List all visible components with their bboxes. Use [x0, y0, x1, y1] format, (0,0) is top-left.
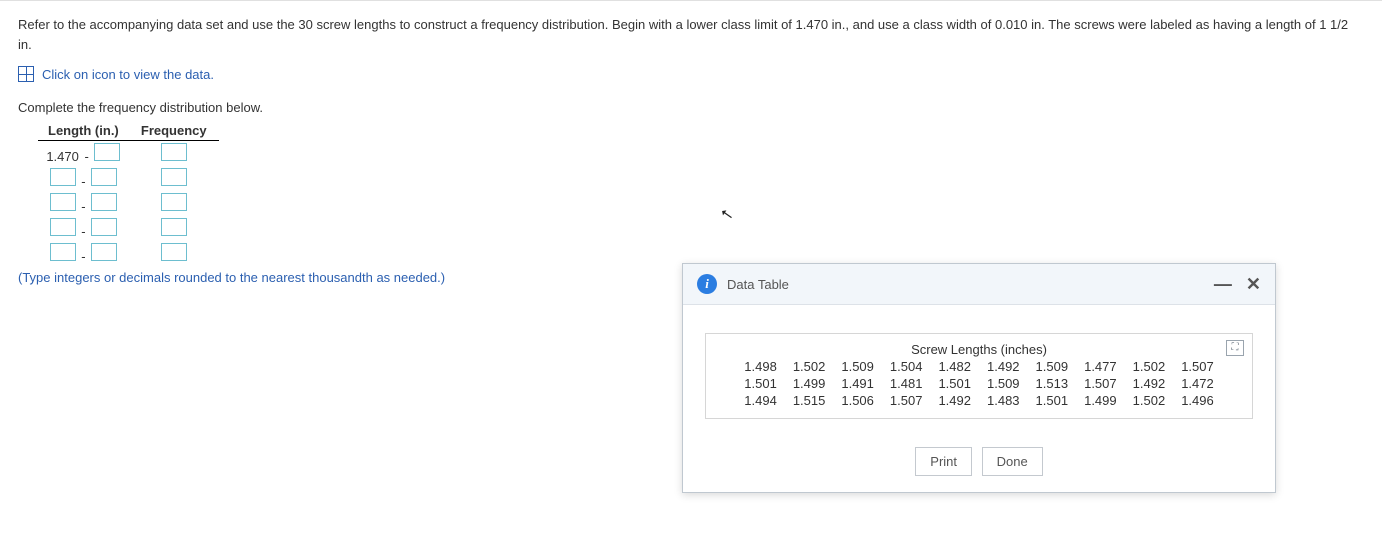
frequency-input[interactable]	[161, 193, 187, 211]
dialog-header: i Data Table — ✕	[683, 264, 1275, 305]
print-button[interactable]: Print	[915, 447, 972, 476]
data-cell: 1.498	[744, 359, 777, 374]
table-row: -	[38, 191, 219, 216]
lower-limit-input[interactable]	[50, 243, 76, 261]
data-heading: Screw Lengths (inches)	[718, 342, 1240, 357]
lower-limit-input[interactable]	[50, 218, 76, 236]
upper-limit-input[interactable]	[94, 143, 120, 161]
info-icon: i	[697, 274, 717, 294]
data-cell: 1.507	[890, 393, 923, 408]
first-lower-limit: 1.470	[46, 149, 79, 164]
range-dash: -	[81, 174, 85, 189]
data-cell: 1.492	[938, 393, 971, 408]
range-dash: -	[81, 249, 85, 264]
data-cell: 1.472	[1181, 376, 1214, 391]
data-cell: 1.494	[744, 393, 777, 408]
data-cell: 1.501	[938, 376, 971, 391]
range-dash: -	[84, 149, 88, 164]
view-data-link[interactable]: Click on icon to view the data.	[18, 66, 1364, 82]
data-cell: 1.496	[1181, 393, 1214, 408]
lower-limit-input[interactable]	[50, 168, 76, 186]
cursor-icon: ⭦	[721, 206, 734, 226]
data-cell: 1.515	[793, 393, 826, 408]
table-row: -	[38, 166, 219, 191]
fullscreen-icon[interactable]: ⛶	[1226, 340, 1244, 356]
data-cell: 1.482	[938, 359, 971, 374]
data-cell: 1.499	[1084, 393, 1117, 408]
data-cell: 1.509	[1036, 359, 1069, 374]
table-icon	[18, 66, 34, 82]
data-cell: 1.491	[841, 376, 874, 391]
data-cell: 1.501	[1036, 393, 1069, 408]
upper-limit-input[interactable]	[91, 168, 117, 186]
upper-limit-input[interactable]	[91, 243, 117, 261]
table-row: -	[38, 241, 219, 266]
frequency-input[interactable]	[161, 143, 187, 161]
data-cell: 1.481	[890, 376, 923, 391]
upper-limit-input[interactable]	[91, 218, 117, 236]
close-button[interactable]: ✕	[1246, 275, 1261, 293]
problem-text: Refer to the accompanying data set and u…	[18, 15, 1364, 54]
upper-limit-input[interactable]	[91, 193, 117, 211]
data-cell: 1.502	[793, 359, 826, 374]
data-cell: 1.499	[793, 376, 826, 391]
data-table-dialog: i Data Table — ✕ ⛶ Screw Lengths (inches…	[682, 263, 1276, 493]
data-cell: 1.506	[841, 393, 874, 408]
frequency-input[interactable]	[161, 243, 187, 261]
frequency-table: Length (in.) Frequency 1.470 - - -	[38, 121, 219, 266]
dialog-title: Data Table	[727, 277, 1204, 292]
range-dash: -	[81, 224, 85, 239]
done-button[interactable]: Done	[982, 447, 1043, 476]
range-dash: -	[81, 199, 85, 214]
data-cell: 1.507	[1181, 359, 1214, 374]
frequency-input[interactable]	[161, 168, 187, 186]
data-cell: 1.513	[1036, 376, 1069, 391]
data-box: ⛶ Screw Lengths (inches) 1.498 1.502 1.509…	[705, 333, 1253, 419]
data-cell: 1.507	[1084, 376, 1117, 391]
data-cell: 1.492	[1133, 376, 1166, 391]
data-cell: 1.509	[841, 359, 874, 374]
data-cell: 1.502	[1133, 359, 1166, 374]
data-cell: 1.492	[987, 359, 1020, 374]
minimize-button[interactable]: —	[1214, 275, 1232, 293]
table-row: -	[38, 216, 219, 241]
view-data-label: Click on icon to view the data.	[42, 67, 214, 82]
data-cell: 1.501	[744, 376, 777, 391]
data-grid: 1.498 1.502 1.509 1.504 1.482 1.492 1.509 1.477…	[718, 359, 1240, 408]
data-cell: 1.504	[890, 359, 923, 374]
lower-limit-input[interactable]	[50, 193, 76, 211]
complete-heading: Complete the frequency distribution belo…	[18, 100, 1364, 115]
data-cell: 1.509	[987, 376, 1020, 391]
data-cell: 1.477	[1084, 359, 1117, 374]
frequency-input[interactable]	[161, 218, 187, 236]
col-frequency: Frequency	[129, 121, 219, 141]
table-row: 1.470 -	[38, 141, 219, 167]
data-cell: 1.483	[987, 393, 1020, 408]
data-cell: 1.502	[1133, 393, 1166, 408]
col-length: Length (in.)	[38, 121, 129, 141]
